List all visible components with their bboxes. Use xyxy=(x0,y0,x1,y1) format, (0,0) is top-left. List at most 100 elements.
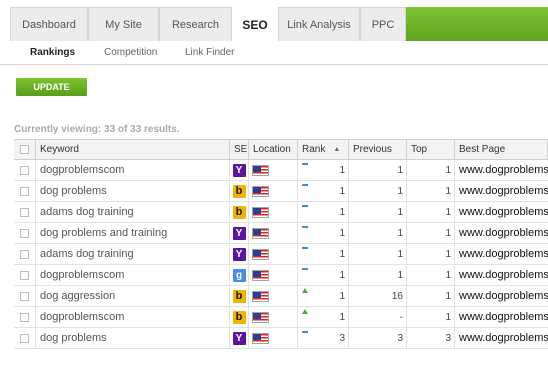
row-checkbox[interactable] xyxy=(20,249,29,259)
header-rank[interactable]: Rank ▲ xyxy=(298,140,349,159)
bing-icon: b xyxy=(232,184,246,198)
table-row[interactable]: dogproblemscomY 1 1 1 www.dogproblems.com xyxy=(14,160,548,181)
top-value: 1 xyxy=(445,164,451,176)
best-page-link[interactable]: www.dogproblems.com xyxy=(455,202,548,222)
row-select-cell[interactable] xyxy=(14,160,36,180)
search-engine-cell: b xyxy=(230,286,249,306)
sub-tab-bar: Rankings Competition Link Finder xyxy=(0,41,548,65)
results-count-text: Currently viewing: 33 of 33 results. xyxy=(14,124,180,135)
trend-flat-icon xyxy=(302,184,308,186)
rankings-table: Keyword SE Location Rank ▲ Previous Top B… xyxy=(14,139,548,349)
table-row[interactable]: dog aggressionb 1 16 1 www.dogproblems.com xyxy=(14,286,548,307)
us-flag-icon xyxy=(252,269,269,281)
google-icon: g xyxy=(232,268,246,282)
row-select-cell[interactable] xyxy=(14,223,36,243)
row-select-cell[interactable] xyxy=(14,328,36,348)
row-select-cell[interactable] xyxy=(14,244,36,264)
row-select-cell[interactable] xyxy=(14,181,36,201)
best-page-link[interactable]: www.dogproblems.com xyxy=(455,265,548,285)
table-row[interactable]: dog problems and training Y 1 1 1 www.dogprob… xyxy=(14,223,548,244)
table-row[interactable]: dog problemsb 1 1 1 www.dogproblems.com xyxy=(14,181,548,202)
search-engine-cell: Y xyxy=(230,160,249,180)
location-cell xyxy=(249,160,298,180)
top-value: 1 xyxy=(445,206,451,218)
previous-value: 1 xyxy=(397,227,403,239)
rank-cell: 1 xyxy=(298,307,349,327)
trend-up-icon xyxy=(302,288,308,293)
top-value: 3 xyxy=(445,332,451,344)
header-best-page[interactable]: Best Page xyxy=(455,140,548,159)
search-engine-cell: Y xyxy=(230,328,249,348)
tab-seo[interactable]: SEO xyxy=(232,7,278,41)
location-cell xyxy=(249,181,298,201)
select-all-cell[interactable] xyxy=(14,140,36,159)
best-page-link[interactable]: www.dogproblems.com xyxy=(455,223,548,243)
previous-cell: 1 xyxy=(349,202,407,222)
best-page-link[interactable]: www.dogproblems.com xyxy=(455,244,548,264)
subtab-competition[interactable]: Competition xyxy=(104,47,157,58)
previous-cell: 1 xyxy=(349,160,407,180)
rank-value: 1 xyxy=(339,269,345,281)
update-button[interactable]: UPDATE xyxy=(16,78,87,96)
previous-value: 1 xyxy=(397,164,403,176)
subtab-rankings[interactable]: Rankings xyxy=(30,47,75,58)
row-checkbox[interactable] xyxy=(20,165,29,175)
yahoo-icon: Y xyxy=(232,331,246,345)
header-location[interactable]: Location xyxy=(249,140,298,159)
keyword-cell: dog aggression xyxy=(36,286,230,306)
row-checkbox[interactable] xyxy=(20,270,29,280)
best-page-link[interactable]: www.dogproblems.com xyxy=(455,286,548,306)
tab-label: Link Analysis xyxy=(287,18,351,31)
rank-cell: 1 xyxy=(298,286,349,306)
previous-cell: 1 xyxy=(349,181,407,201)
keyword-cell: dogproblemscom xyxy=(36,307,230,327)
table-row[interactable]: dogproblemscomg 1 1 1 www.dogproblems.com xyxy=(14,265,548,286)
trend-flat-icon xyxy=(302,268,308,270)
row-checkbox[interactable] xyxy=(20,291,29,301)
table-row[interactable]: dog problemsY 3 3 3 www.dogproblems.com xyxy=(14,328,548,349)
trend-flat-icon xyxy=(302,226,308,228)
previous-cell: 1 xyxy=(349,265,407,285)
rank-cell: 1 xyxy=(298,265,349,285)
tab-label: My Site xyxy=(105,18,142,31)
table-row[interactable]: dogproblemscomb 1 - 1 www.dogproblems.com xyxy=(14,307,548,328)
header-se[interactable]: SE xyxy=(230,140,249,159)
best-page-link[interactable]: www.dogproblems.com xyxy=(455,160,548,180)
us-flag-icon xyxy=(252,227,269,239)
table-row[interactable]: adams dog trainingb 1 1 1 www.dogproblems.co… xyxy=(14,202,548,223)
best-page-link[interactable]: www.dogproblems.com xyxy=(455,328,548,348)
row-checkbox[interactable] xyxy=(20,228,29,238)
header-previous[interactable]: Previous xyxy=(349,140,407,159)
table-header-row: Keyword SE Location Rank ▲ Previous Top B… xyxy=(14,140,548,160)
table-row[interactable]: adams dog trainingY 1 1 1 www.dogproblems.co… xyxy=(14,244,548,265)
header-top[interactable]: Top xyxy=(407,140,455,159)
row-checkbox[interactable] xyxy=(20,207,29,217)
row-select-cell[interactable] xyxy=(14,307,36,327)
tab-label: Dashboard xyxy=(22,18,76,31)
rank-cell: 1 xyxy=(298,160,349,180)
subtab-link-finder[interactable]: Link Finder xyxy=(185,47,234,58)
row-select-cell[interactable] xyxy=(14,202,36,222)
select-all-checkbox[interactable] xyxy=(20,145,29,154)
previous-value: 16 xyxy=(391,290,403,302)
row-checkbox[interactable] xyxy=(20,333,29,343)
row-select-cell[interactable] xyxy=(14,286,36,306)
best-page-link[interactable]: www.dogproblems.com xyxy=(455,181,548,201)
us-flag-icon xyxy=(252,332,269,344)
best-page-link[interactable]: www.dogproblems.com xyxy=(455,307,548,327)
row-select-cell[interactable] xyxy=(14,265,36,285)
tab-research[interactable]: Research xyxy=(159,7,232,41)
tab-dashboard[interactable]: Dashboard xyxy=(10,7,88,41)
tab-ppc[interactable]: PPC xyxy=(360,7,406,41)
rank-cell: 1 xyxy=(298,202,349,222)
tab-link-analysis[interactable]: Link Analysis xyxy=(278,7,360,41)
tab-label: Research xyxy=(171,18,220,31)
row-checkbox[interactable] xyxy=(20,186,29,196)
us-flag-icon xyxy=(252,290,269,302)
keyword-cell: dog problems and training xyxy=(36,223,230,243)
previous-value: 3 xyxy=(397,332,403,344)
search-engine-cell: g xyxy=(230,265,249,285)
header-keyword[interactable]: Keyword xyxy=(36,140,230,159)
tab-my-site[interactable]: My Site xyxy=(88,7,159,41)
row-checkbox[interactable] xyxy=(20,312,29,322)
